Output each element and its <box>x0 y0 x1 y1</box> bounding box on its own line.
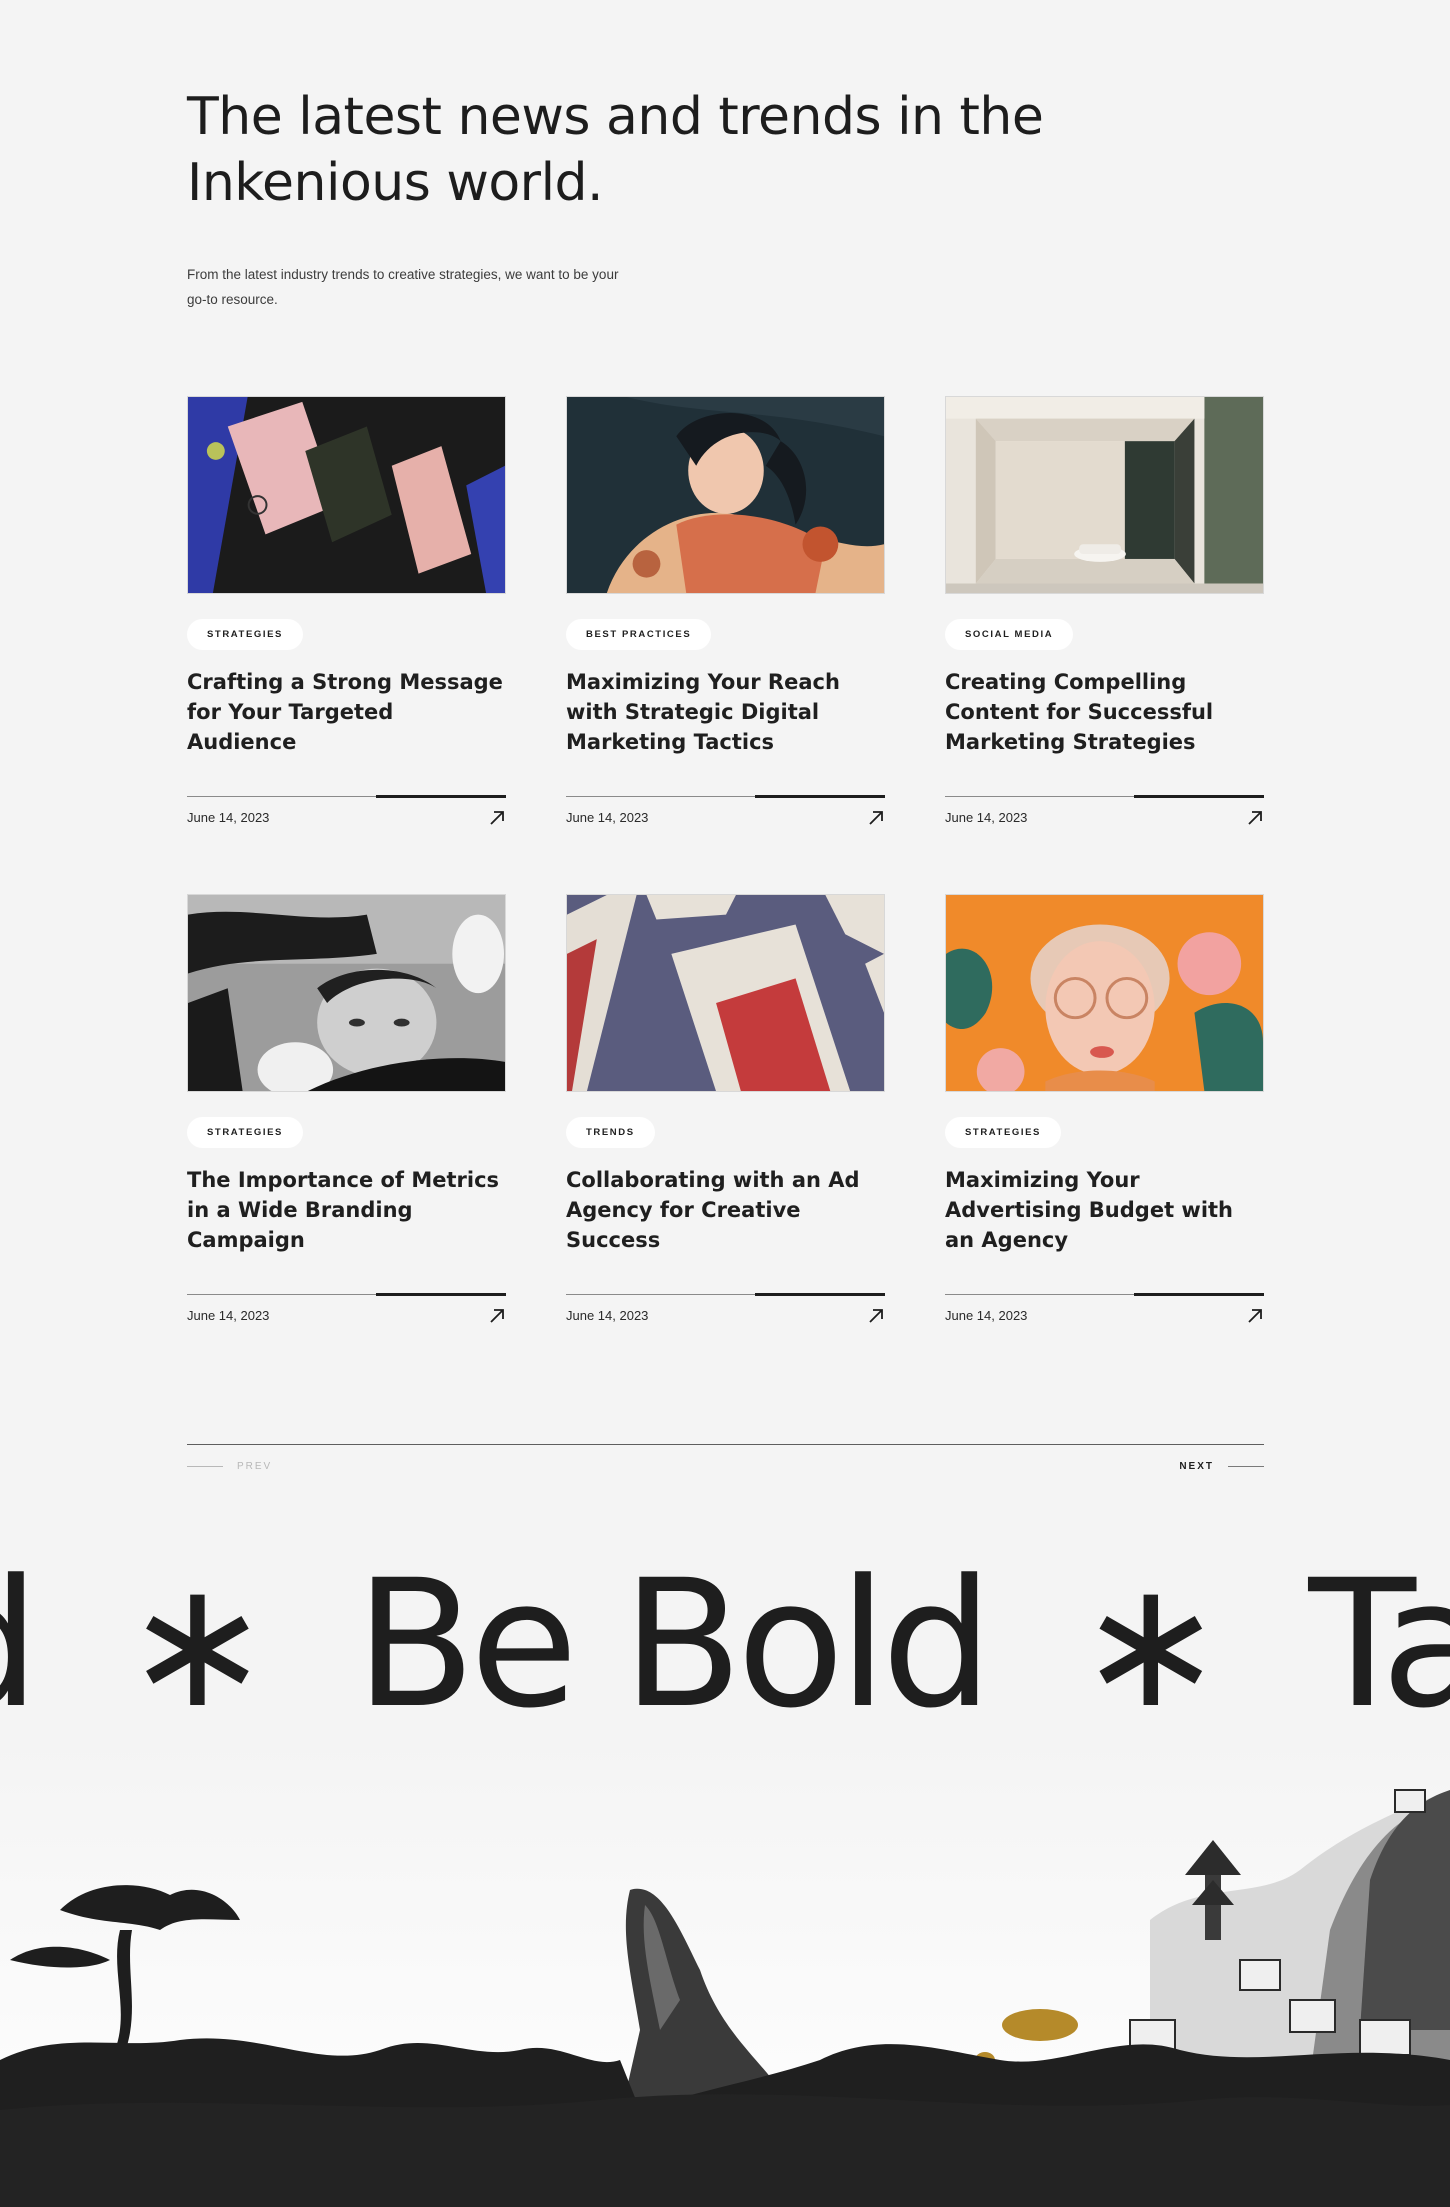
post-card[interactable]: STRATEGIES The Importance of Metrics in … <box>187 894 506 1334</box>
post-title[interactable]: The Importance of Metrics in a Wide Bran… <box>187 1165 506 1274</box>
asterisk-icon: ∗ <box>123 1550 271 1740</box>
divider-accent <box>755 1293 885 1297</box>
ink-landscape-illustration <box>0 1730 1450 2207</box>
post-category-badge[interactable]: SOCIAL MEDIA <box>945 619 1074 651</box>
post-thumbnail-orange-portrait[interactable] <box>945 894 1264 1093</box>
post-footer: June 14, 2023 <box>187 795 506 836</box>
arrow-up-right-icon[interactable] <box>1246 809 1264 827</box>
arrow-up-right-icon[interactable] <box>867 1307 885 1325</box>
post-thumbnail-business-cards[interactable] <box>187 396 506 595</box>
post-category-badge[interactable]: BEST PRACTICES <box>566 619 712 651</box>
post-category-badge[interactable]: STRATEGIES <box>945 1117 1061 1149</box>
post-date: June 14, 2023 <box>187 1308 270 1324</box>
next-label: NEXT <box>1179 1461 1214 1472</box>
post-category-badge[interactable]: STRATEGIES <box>187 619 303 651</box>
asterisk-icon: ∗ <box>1077 1550 1224 1740</box>
post-thumbnail-book-covers[interactable] <box>566 894 885 1093</box>
prev-page-button[interactable]: PREV <box>187 1461 272 1472</box>
pagination: PREV NEXT <box>187 1444 1264 1484</box>
arrow-up-right-icon[interactable] <box>867 809 885 827</box>
pagination-divider <box>187 1444 1264 1445</box>
post-date: June 14, 2023 <box>566 1308 649 1324</box>
post-card[interactable]: STRATEGIES Maximizing Your Advertising B… <box>945 894 1264 1334</box>
marquee-track: d ∗ Be Bold ∗ Tak <box>0 1550 1450 1740</box>
post-title[interactable]: Creating Compelling Content for Successf… <box>945 667 1264 776</box>
marquee-word: d <box>0 1550 40 1740</box>
post-title[interactable]: Maximizing Your Advertising Budget with … <box>945 1165 1264 1274</box>
post-category-badge[interactable]: STRATEGIES <box>187 1117 303 1149</box>
post-card[interactable]: TRENDS Collaborating with an Ad Agency f… <box>566 894 885 1334</box>
arrow-up-right-icon[interactable] <box>488 1307 506 1325</box>
divider-accent <box>376 1293 506 1297</box>
hero-section: The latest news and trends in the Inkeni… <box>187 84 1127 312</box>
post-date: June 14, 2023 <box>945 810 1028 826</box>
post-footer: June 14, 2023 <box>566 1293 885 1334</box>
post-footer: June 14, 2023 <box>945 795 1264 836</box>
post-thumbnail-bw-portrait[interactable] <box>187 894 506 1093</box>
arrow-up-right-icon[interactable] <box>488 809 506 827</box>
post-grid: STRATEGIES Crafting a Strong Message for… <box>187 396 1264 1334</box>
arrow-up-right-icon[interactable] <box>1246 1307 1264 1325</box>
post-date: June 14, 2023 <box>566 810 649 826</box>
divider-accent <box>755 795 885 799</box>
scrolling-text-banner: d ∗ Be Bold ∗ Tak <box>0 1550 1450 1740</box>
page-title: The latest news and trends in the Inkeni… <box>187 87 1044 213</box>
marquee-phrase: Be Bold <box>355 1550 993 1740</box>
post-card[interactable]: SOCIAL MEDIA Creating Compelling Content… <box>945 396 1264 836</box>
divider-accent <box>1134 795 1264 799</box>
divider-accent <box>1134 1293 1264 1297</box>
divider-accent <box>376 795 506 799</box>
post-footer: June 14, 2023 <box>187 1293 506 1334</box>
post-title[interactable]: Crafting a Strong Message for Your Targe… <box>187 667 506 776</box>
post-date: June 14, 2023 <box>187 810 270 826</box>
post-title[interactable]: Maximizing Your Reach with Strategic Dig… <box>566 667 885 776</box>
post-card[interactable]: STRATEGIES Crafting a Strong Message for… <box>187 396 506 836</box>
prev-label: PREV <box>237 1461 273 1472</box>
post-category-badge[interactable]: TRENDS <box>566 1117 655 1149</box>
post-title[interactable]: Collaborating with an Ad Agency for Crea… <box>566 1165 885 1274</box>
post-footer: June 14, 2023 <box>945 1293 1264 1334</box>
marquee-word: Tak <box>1308 1550 1450 1740</box>
post-date: June 14, 2023 <box>945 1308 1028 1324</box>
intro-text: From the latest industry trends to creat… <box>187 267 619 307</box>
post-card[interactable]: BEST PRACTICES Maximizing Your Reach wit… <box>566 396 885 836</box>
post-footer: June 14, 2023 <box>566 795 885 836</box>
post-thumbnail-modern-garage[interactable] <box>945 396 1264 595</box>
next-page-button[interactable]: NEXT <box>1179 1461 1264 1472</box>
post-thumbnail-illustrated-woman[interactable] <box>566 396 885 595</box>
